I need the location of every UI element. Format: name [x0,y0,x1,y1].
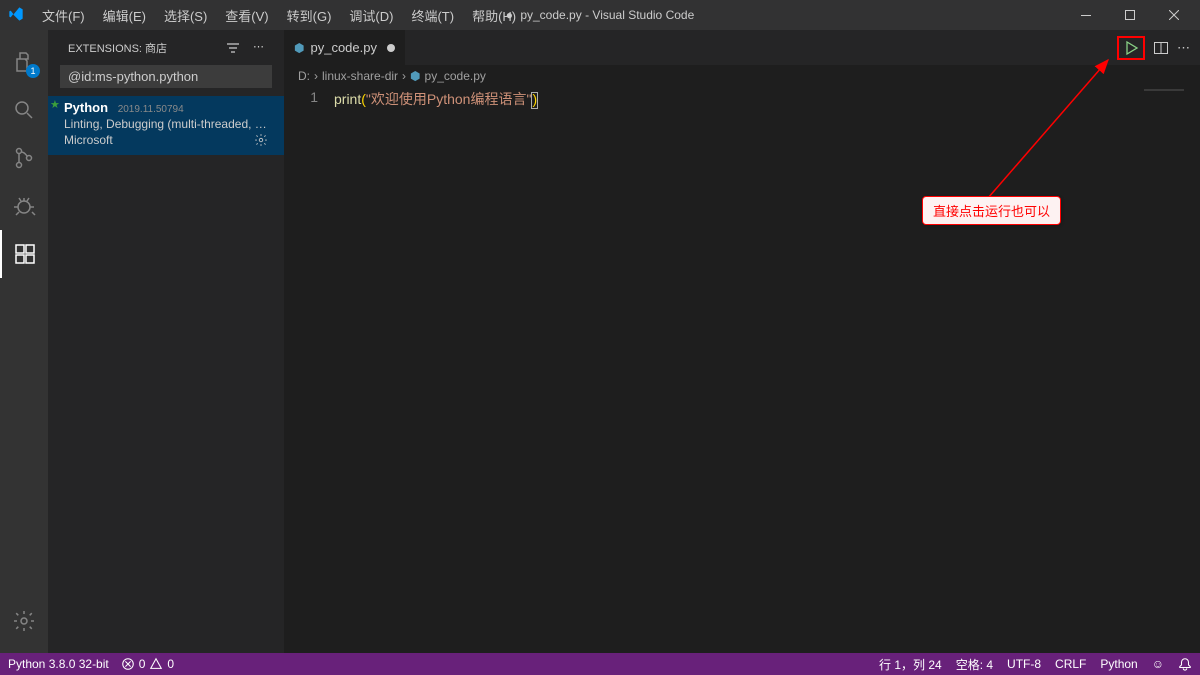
crumb-folder[interactable]: linux-share-dir [322,69,398,83]
status-language[interactable]: Python [1100,657,1137,671]
activity-extensions[interactable] [0,230,48,278]
title-bar: 文件(F) 编辑(E) 选择(S) 查看(V) 转到(G) 调试(D) 终端(T… [0,0,1200,30]
status-cursor-position[interactable]: 行 1，列 24 [879,656,942,673]
title-filename: py_code.py [520,8,581,22]
tab-dirty-indicator [387,44,395,52]
maximize-button[interactable] [1112,1,1148,29]
editor-area: ⬢ py_code.py ⋯ D: › linux-share-dir › ⬢ … [284,30,1200,653]
run-button[interactable] [1123,40,1139,56]
extension-gear-icon[interactable] [254,133,268,147]
activity-debug[interactable] [0,182,48,230]
more-actions-icon[interactable]: ⋯ [1177,40,1190,56]
run-button-highlight [1117,36,1145,60]
status-bar: Python 3.8.0 32-bit 0 0 行 1，列 24 空格: 4 U… [0,653,1200,675]
menu-bar: 文件(F) 编辑(E) 选择(S) 查看(V) 转到(G) 调试(D) 终端(T… [34,2,524,29]
vscode-logo-icon [8,6,26,24]
extension-name: Python [64,100,108,115]
status-python-version[interactable]: Python 3.8.0 32-bit [8,657,109,671]
minimap-line [1144,89,1184,91]
extension-description: Linting, Debugging (multi-threaded, r... [64,117,268,131]
title-appname: Visual Studio Code [592,8,694,22]
menu-file[interactable]: 文件(F) [34,2,93,29]
error-count: 0 [139,657,146,671]
tab-label: py_code.py [310,40,377,55]
status-bell-icon[interactable] [1178,657,1192,671]
status-encoding[interactable]: UTF-8 [1007,657,1041,671]
extensions-search-input[interactable]: @id:ms-python.python [60,65,272,88]
extensions-sidebar: EXTENSIONS: 商店 ⋯ @id:ms-python.python ★ … [48,30,284,653]
extension-item-python[interactable]: ★ Python 2019.11.50794 Linting, Debuggin… [48,96,284,155]
chevron-right-icon: › [314,69,318,83]
status-eol[interactable]: CRLF [1055,657,1086,671]
crumb-file[interactable]: py_code.py [425,69,486,83]
extension-publisher: Microsoft [64,133,113,147]
menu-view[interactable]: 查看(V) [217,2,276,29]
menu-edit[interactable]: 编辑(E) [95,2,154,29]
title-separator: - [585,8,592,22]
token-string: "欢迎使用Python编程语言" [366,91,532,107]
warning-count: 0 [167,657,174,671]
tab-py-code[interactable]: ⬢ py_code.py [284,30,406,65]
close-button[interactable] [1156,1,1192,29]
status-feedback-icon[interactable]: ☺ [1152,657,1164,671]
explorer-badge: 1 [26,64,40,78]
minimap[interactable] [1140,87,1200,653]
token-bracket: ) [532,91,537,107]
menu-terminal[interactable]: 终端(T) [403,2,462,29]
more-icon[interactable]: ⋯ [253,40,264,56]
breadcrumb[interactable]: D: › linux-share-dir › ⬢ py_code.py [284,65,1200,87]
activity-settings[interactable] [0,597,48,645]
token-function: print [334,91,361,107]
annotation-text: 直接点击运行也可以 [933,204,1050,219]
activity-explorer[interactable]: 1 [0,38,48,86]
dirty-indicator: ● [506,8,513,22]
python-file-icon: ⬢ [410,69,420,83]
editor-tabs: ⬢ py_code.py ⋯ [284,30,1200,65]
split-editor-icon[interactable] [1153,40,1169,56]
sidebar-header: EXTENSIONS: 商店 ⋯ [48,30,284,65]
code-editor[interactable]: 1 print("欢迎使用Python编程语言") [284,87,1200,653]
cursor: ) [531,92,538,109]
sidebar-title: EXTENSIONS: 商店 [68,40,167,56]
menu-debug[interactable]: 调试(D) [341,2,401,29]
line-gutter: 1 [284,87,334,653]
minimize-button[interactable] [1068,1,1104,29]
activity-search[interactable] [0,86,48,134]
crumb-root[interactable]: D: [298,69,310,83]
line-number: 1 [284,89,318,105]
python-file-icon: ⬢ [294,41,304,55]
chevron-right-icon: › [402,69,406,83]
annotation-callout: 直接点击运行也可以 [922,196,1061,225]
star-icon: ★ [50,98,60,111]
filter-icon[interactable] [225,40,241,56]
extension-version: 2019.11.50794 [118,104,184,115]
code-content[interactable]: print("欢迎使用Python编程语言") [334,87,1140,653]
menu-select[interactable]: 选择(S) [156,2,215,29]
status-problems[interactable]: 0 0 [121,657,174,671]
activity-bar: 1 [0,30,48,653]
menu-goto[interactable]: 转到(G) [279,2,340,29]
window-controls [1068,1,1192,29]
activity-source-control[interactable] [0,134,48,182]
window-title: ● py_code.py - Visual Studio Code [506,8,695,22]
status-indentation[interactable]: 空格: 4 [956,656,993,673]
